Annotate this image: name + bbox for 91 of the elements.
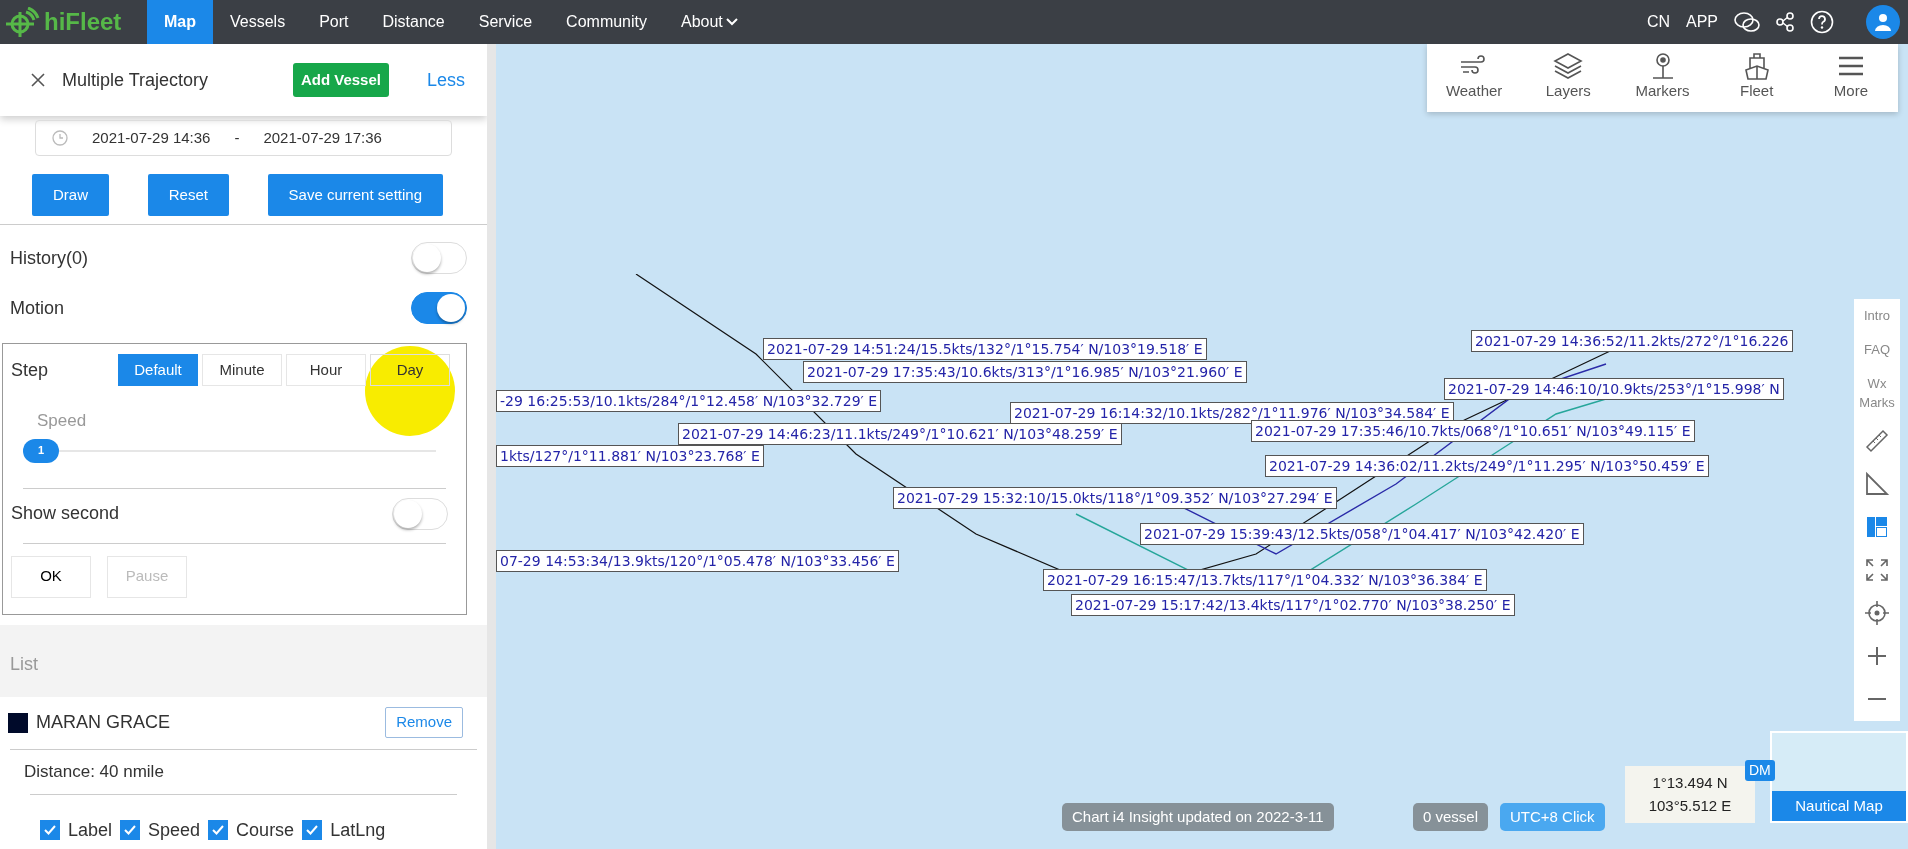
side-link[interactable]: Wx Marks xyxy=(1854,367,1900,420)
nav-tab[interactable]: Community xyxy=(549,0,664,44)
track-point-label: 2021-07-29 14:46:10/10.9kts/253°/1°15.998′ N xyxy=(1444,378,1784,400)
track-point-label: 2021-07-29 17:35:46/10.7kts/068°/1°10.651′ N/103°49.115′ E xyxy=(1251,420,1695,442)
date-end: 2021-07-29 17:36 xyxy=(263,127,382,148)
save-setting-button[interactable]: Save current setting xyxy=(267,174,443,216)
side-link[interactable]: FAQ xyxy=(1854,333,1900,368)
nautical-chart-placeholder[interactable] xyxy=(496,44,1908,849)
track-point-label: 2021-07-29 16:14:32/10.1kts/282°/1°11.976′ N/103°34.584′ E xyxy=(1010,402,1454,424)
step-option[interactable]: Minute xyxy=(202,354,282,386)
slider-thumb[interactable]: 1 xyxy=(23,438,59,463)
check-icon xyxy=(306,825,319,835)
nav-link[interactable]: APP xyxy=(1686,10,1718,34)
track-point-label: 2021-07-29 14:46:23/11.1kts/249°/1°10.621′ N/103°48.259′ E xyxy=(678,423,1122,445)
checkbox-option[interactable]: Label xyxy=(40,816,113,844)
check-icon xyxy=(44,825,56,835)
checkbox[interactable] xyxy=(208,820,229,840)
distance-text: Distance: 40 nmile xyxy=(24,760,164,783)
minimap-thumbnail[interactable]: Nautical Map xyxy=(1770,731,1908,823)
vessel-count-badge: 0 vessel xyxy=(1413,803,1489,831)
speed-slider[interactable]: 1 xyxy=(23,438,436,463)
step-option[interactable]: Day xyxy=(370,354,450,386)
checkbox-option[interactable]: LatLng xyxy=(302,816,386,844)
logo-icon xyxy=(4,7,40,37)
toggle-switch[interactable] xyxy=(411,292,467,324)
nav-tab[interactable]: Map xyxy=(147,0,213,44)
user-avatar[interactable] xyxy=(1866,5,1900,39)
track-point-label: 2021-07-29 17:35:43/10.6kts/313°/1°16.985′ N/103°21.960′ E xyxy=(803,361,1247,383)
nav-tab[interactable]: About xyxy=(664,0,755,44)
toolbar-button[interactable]: Layers xyxy=(1521,44,1616,112)
track-point-label: 2021-07-29 14:36:02/11.2kts/249°/1°11.295′ N/103°50.459′ E xyxy=(1265,455,1709,477)
action-button[interactable]: Reset xyxy=(147,174,229,216)
track-point-label: 2021-07-29 15:32:10/15.0kts/118°/1°09.352′ N/103°27.294′ E xyxy=(893,487,1337,509)
toggle-label: History(0) xyxy=(10,246,88,270)
nav-link[interactable]: CN xyxy=(1646,10,1670,34)
scrollbar[interactable] xyxy=(487,44,496,849)
panel-title: Multiple Trajectory xyxy=(62,68,209,92)
chat-icon[interactable] xyxy=(1734,11,1760,33)
side-link[interactable]: Intro xyxy=(1854,299,1900,334)
date-start: 2021-07-29 14:36 xyxy=(92,127,211,148)
chart-info-badge: Chart i4 Insight updated on 2022-3-11 xyxy=(1062,803,1334,831)
track-point-label: 2021-07-29 16:15:47/13.7kts/117°/1°04.332′ N/103°36.384′ E xyxy=(1043,569,1487,591)
remove-button[interactable]: Remove xyxy=(385,707,463,738)
toolbar-button[interactable]: Weather xyxy=(1427,44,1522,112)
nav-tab[interactable]: Distance xyxy=(365,0,462,44)
track-point-label: 07-29 14:53:34/13.9kts/120°/1°05.478′ N/103°33.456′ E xyxy=(496,550,899,572)
checkbox-option[interactable]: Speed xyxy=(120,816,201,844)
toggle-label: Motion xyxy=(10,296,65,320)
help-icon[interactable] xyxy=(1810,10,1834,34)
nav-tab[interactable]: Vessels xyxy=(213,0,303,44)
toggle-label: Show second xyxy=(11,502,120,525)
track-point-label: 2021-07-29 15:39:43/12.5kts/058°/1°04.417′ N/103°42.420′ E xyxy=(1140,523,1584,545)
nav-tab[interactable]: Service xyxy=(461,0,550,44)
ok-button[interactable]: OK xyxy=(11,555,91,598)
check-icon xyxy=(212,825,225,835)
share-icon[interactable] xyxy=(1776,12,1794,32)
track-point-label: 2021-07-29 14:36:52/11.2kts/272°/1°16.226 xyxy=(1471,330,1793,352)
checkbox-option[interactable]: Course xyxy=(208,816,295,844)
step-label: Step xyxy=(11,358,49,382)
person-icon xyxy=(1874,13,1892,31)
step-option[interactable]: Default xyxy=(118,354,198,386)
minimap-label: Nautical Map xyxy=(1772,790,1906,821)
less-link[interactable]: Less xyxy=(426,66,465,94)
checkbox[interactable] xyxy=(120,820,141,840)
track-point-label: 2021-07-29 14:51:24/15.5kts/132°/1°15.754′ N/103°19.518′ E xyxy=(763,338,1207,360)
date-range-field[interactable]: 2021-07-29 14:36 - 2021-07-29 17:36 xyxy=(35,120,452,156)
track-point-label: 1kts/127°/1°11.881′ N/103°23.768′ E xyxy=(496,445,764,467)
action-button[interactable]: Draw xyxy=(32,174,109,216)
toolbar-button[interactable]: Fleet xyxy=(1709,44,1804,112)
logo-text: hiFleet xyxy=(44,7,122,37)
clock-icon xyxy=(52,130,68,146)
date-separator: - xyxy=(234,127,240,148)
dm-toggle[interactable]: DM xyxy=(1745,760,1775,781)
close-icon[interactable] xyxy=(30,72,46,88)
nav-tab[interactable]: Port xyxy=(302,0,366,44)
track-point-label: 2021-07-29 15:17:42/13.4kts/117°/1°02.770′ N/103°38.250′ E xyxy=(1071,594,1515,616)
check-icon xyxy=(124,825,137,835)
step-option[interactable]: Hour xyxy=(286,354,366,386)
toolbar-button[interactable]: More xyxy=(1803,44,1898,112)
checkbox[interactable] xyxy=(302,820,323,840)
locate-icon[interactable] xyxy=(1863,599,1891,628)
caret-icon xyxy=(725,18,738,26)
layers-icon xyxy=(1553,52,1584,80)
toolbar-button[interactable]: Markers xyxy=(1615,44,1710,112)
vessel-name: MARAN GRACE xyxy=(36,711,170,734)
latitude-text: 1°13.494 N xyxy=(1651,773,1729,793)
speed-label: Speed xyxy=(36,410,88,432)
checkbox[interactable] xyxy=(40,820,60,840)
list-title: List xyxy=(10,653,38,674)
longitude-text: 103°5.512 E xyxy=(1647,795,1733,816)
track-point-label: -29 16:25:53/10.1kts/284°/1°12.458′ N/103°32.729′ E xyxy=(496,390,882,412)
